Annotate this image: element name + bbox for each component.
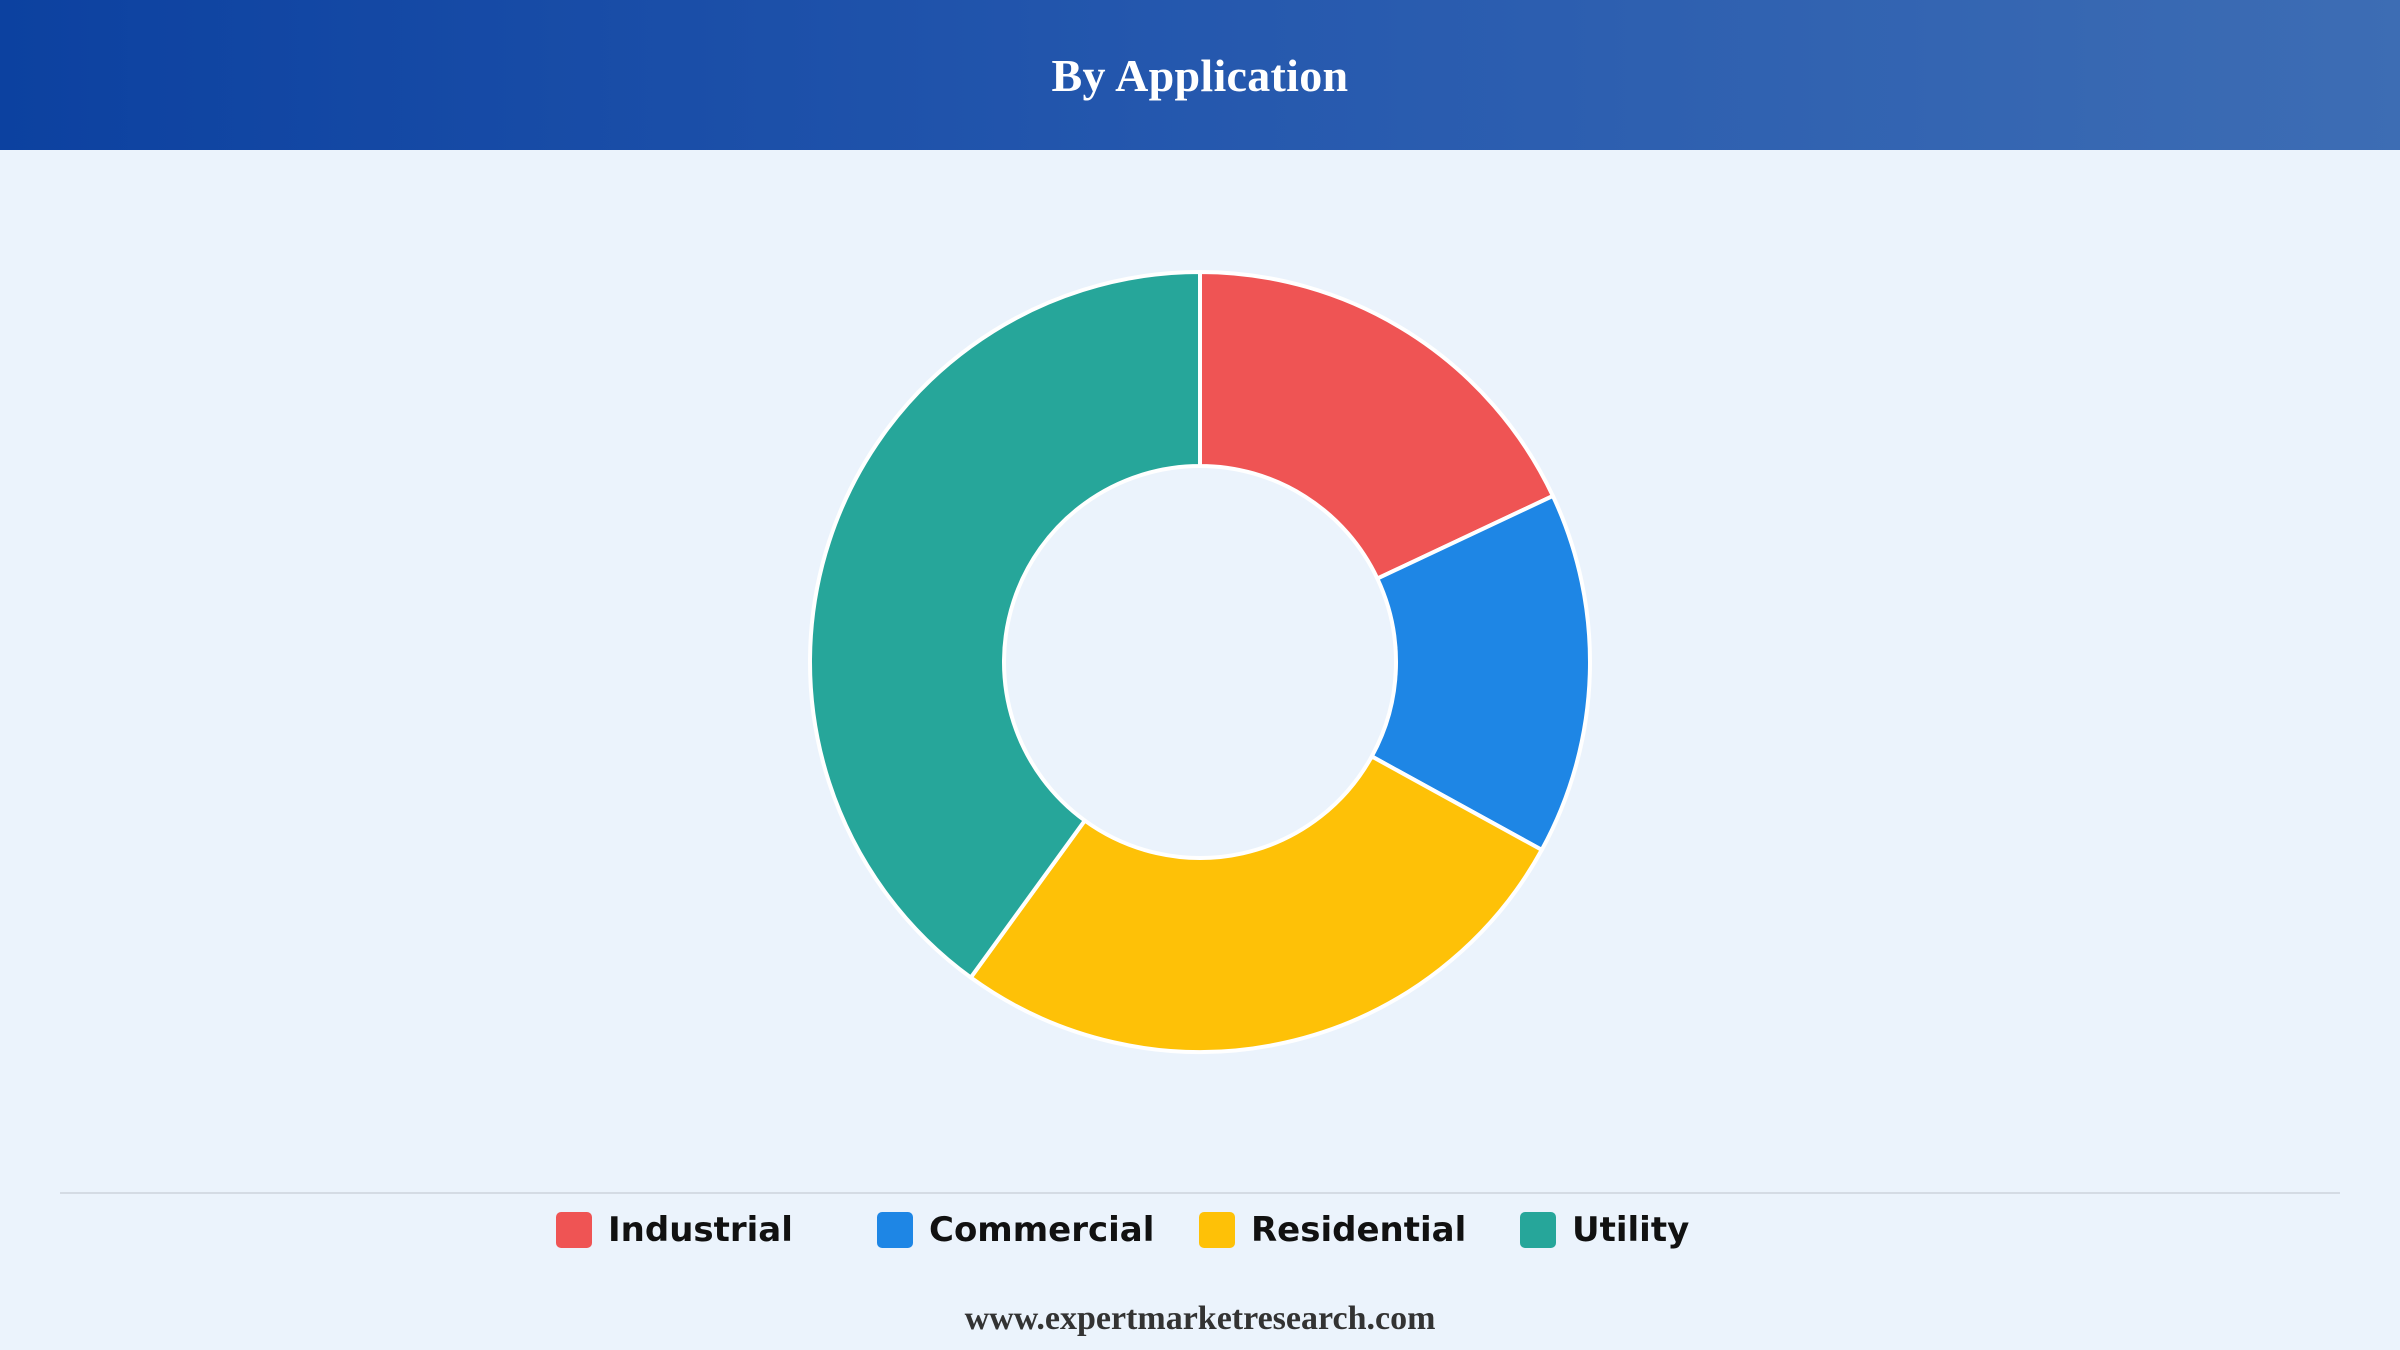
legend-label-industrial: Industrial [608,1210,793,1250]
legend-swatch-residential [1199,1212,1235,1248]
legend-item-commercial[interactable]: Commercial [877,1205,1154,1255]
legend-item-residential[interactable]: Residential [1199,1205,1466,1255]
legend-label-residential: Residential [1251,1210,1467,1250]
chart-title: By Application [1051,49,1349,101]
legend-label-utility: Utility [1572,1210,1690,1250]
chart-header: By Application [0,0,2400,150]
legend-swatch-industrial [556,1212,592,1248]
legend-item-industrial[interactable]: Industrial [556,1205,793,1255]
legend-item-utility[interactable]: Utility [1520,1205,1689,1255]
donut-chart [808,270,1592,1054]
chart-legend: Industrial Commercial Residential Utilit… [0,1205,2400,1255]
legend-divider [60,1192,2340,1194]
legend-swatch-utility [1520,1212,1556,1248]
legend-label-commercial: Commercial [929,1210,1155,1250]
footer-website[interactable]: www.expertmarketresearch.com [0,1300,2400,1338]
legend-swatch-commercial [877,1212,913,1248]
